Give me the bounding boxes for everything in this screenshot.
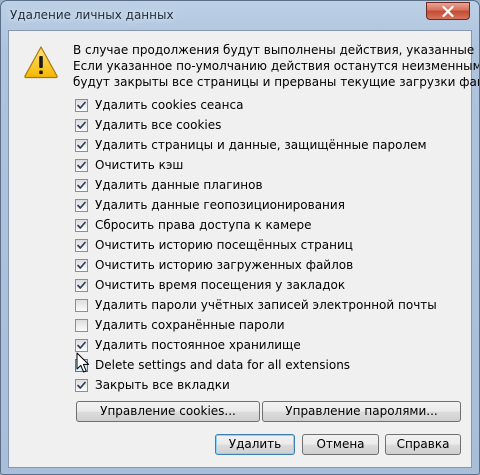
option-label: Удалить данные геопозиционирования — [95, 198, 345, 212]
checkmark-icon — [77, 381, 86, 389]
checkmark-icon — [77, 201, 86, 209]
option-delete-all-cookies[interactable]: Удалить все cookies — [75, 115, 437, 135]
option-reset-camera-permissions[interactable]: Сбросить права доступа к камере — [75, 215, 437, 235]
dialog-content: В случае продолжения будут выполнены дей… — [8, 30, 480, 468]
checkbox[interactable] — [75, 338, 88, 352]
option-delete-plugin-data[interactable]: Удалить данные плагинов — [75, 175, 437, 195]
option-label: Очистить время посещения у закладок — [95, 278, 346, 292]
checkbox[interactable] — [75, 318, 88, 332]
checkbox[interactable] — [75, 178, 88, 192]
checkbox[interactable] — [75, 198, 88, 212]
cancel-button[interactable]: Отмена — [302, 434, 379, 455]
checkbox[interactable] — [75, 158, 88, 172]
info-message: В случае продолжения будут выполнены дей… — [73, 42, 480, 90]
option-label: Закрыть все вкладки — [95, 378, 230, 392]
close-button[interactable] — [426, 2, 470, 20]
checkbox[interactable] — [75, 238, 88, 252]
checkmark-icon — [77, 181, 86, 189]
help-button[interactable]: Справка — [385, 434, 461, 455]
option-label: Удалить страницы и данные, защищённые па… — [95, 138, 427, 152]
option-label: Удалить пароли учётных записей электронн… — [95, 298, 437, 312]
option-label: Удалить все cookies — [95, 118, 222, 132]
manage-cookies-button[interactable]: Управление cookies... — [76, 401, 260, 422]
option-clear-visited-history[interactable]: Очистить историю посещённых страниц — [75, 235, 437, 255]
option-delete-mail-passwords[interactable]: Удалить пароли учётных записей электронн… — [75, 295, 437, 315]
checkbox[interactable] — [75, 98, 88, 112]
option-delete-geolocation-data[interactable]: Удалить данные геопозиционирования — [75, 195, 437, 215]
checkmark-icon — [77, 281, 86, 289]
checkbox[interactable] — [75, 258, 88, 272]
option-delete-session-cookies[interactable]: Удалить cookies сеанса — [75, 95, 437, 115]
checkmark-icon — [77, 221, 86, 229]
checkmark-icon — [77, 121, 86, 129]
checkbox[interactable] — [75, 298, 88, 312]
checkmark-icon — [77, 241, 86, 249]
checkbox[interactable] — [75, 378, 88, 392]
checkmark-icon — [77, 101, 86, 109]
option-label: Очистить историю загруженных файлов — [95, 258, 354, 272]
option-label: Удалить постоянное хранилище — [95, 338, 301, 352]
option-clear-download-history[interactable]: Очистить историю загруженных файлов — [75, 255, 437, 275]
option-label: Delete settings and data for all extensi… — [95, 358, 351, 372]
delete-button[interactable]: Удалить — [215, 434, 295, 455]
option-close-all-tabs[interactable]: Закрыть все вкладки — [75, 375, 437, 395]
option-label: Очистить кэш — [95, 158, 184, 172]
warning-icon — [24, 46, 58, 79]
option-clear-cache[interactable]: Очистить кэш — [75, 155, 437, 175]
option-delete-saved-passwords[interactable]: Удалить сохранённые пароли — [75, 315, 437, 335]
option-label: Очистить историю посещённых страниц — [95, 238, 353, 252]
mouse-pointer-icon — [76, 352, 90, 373]
option-label: Сбросить права доступа к камере — [95, 218, 312, 232]
option-label: Удалить сохранённые пароли — [95, 318, 285, 332]
checkbox[interactable] — [75, 138, 88, 152]
checkmark-icon — [77, 161, 86, 169]
option-label: Удалить cookies сеанса — [95, 98, 244, 112]
options-list: Удалить cookies сеанса Удалить все cooki… — [75, 95, 437, 395]
window-title: Удаление личных данных — [10, 8, 174, 22]
info-line: В случае продолжения будут выполнены дей… — [73, 43, 480, 57]
title-bar[interactable]: Удаление личных данных — [1, 1, 479, 31]
info-line: будут закрыты все страницы и прерваны те… — [73, 75, 480, 89]
checkbox[interactable] — [75, 118, 88, 132]
manage-passwords-button[interactable]: Управление паролями... — [262, 401, 461, 422]
close-icon — [442, 6, 454, 17]
checkbox[interactable] — [75, 278, 88, 292]
option-clear-bookmark-visit-time[interactable]: Очистить время посещения у закладок — [75, 275, 437, 295]
dialog-window: Удаление личных данных В случае продолже… — [0, 0, 480, 475]
option-delete-persistent-storage[interactable]: Удалить постоянное хранилище — [75, 335, 437, 355]
option-label: Удалить данные плагинов — [95, 178, 263, 192]
info-line: Если указанное по-умолчанию действия ост… — [73, 59, 480, 73]
option-delete-extension-data[interactable]: Delete settings and data for all extensi… — [75, 355, 437, 375]
checkbox[interactable] — [75, 218, 88, 232]
checkmark-icon — [77, 261, 86, 269]
checkmark-icon — [77, 141, 86, 149]
option-delete-password-protected-data[interactable]: Удалить страницы и данные, защищённые па… — [75, 135, 437, 155]
checkmark-icon — [77, 341, 86, 349]
